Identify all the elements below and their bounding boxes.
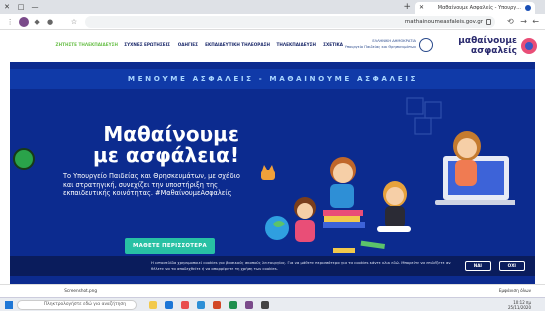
chrome-icon[interactable] bbox=[181, 301, 189, 309]
app-icon[interactable] bbox=[261, 301, 269, 309]
teams-icon[interactable] bbox=[245, 301, 253, 309]
ministry-seal-icon bbox=[419, 38, 433, 52]
download-bar: Screenshot.png Εμφάνιση όλων bbox=[0, 284, 545, 296]
site-logo[interactable]: μαθαίνουμε ασφαλείς bbox=[437, 35, 537, 57]
hero-band: ΜΕΝΟΥΜΕ ΑΣΦΑΛΕΙΣ - ΜΑΘΑΙΝΟΥΜΕ ΑΣΦΑΛΕΙΣ bbox=[10, 69, 535, 89]
seated-girl bbox=[377, 181, 411, 232]
floor-books bbox=[333, 240, 385, 253]
excel-icon[interactable] bbox=[229, 301, 237, 309]
nav-item-about[interactable]: ΣΧΕΤΙΚΑ bbox=[323, 42, 343, 52]
star-icon[interactable]: ☆ bbox=[69, 17, 79, 27]
learn-more-button[interactable]: ΜΑΘΕΤΕ ΠΕΡΙΣΣΟΤΕΡΑ bbox=[125, 238, 215, 254]
nav-item-distance-learning[interactable]: ΤΗΛΕΚΠΑΙΔΕΥΣΗ bbox=[277, 42, 317, 52]
hero-title-line1: Μαθαίνουμε bbox=[103, 122, 239, 146]
browser-tab-bar: Μαθαίνουμε Ασφαλείς - Υπουργ... ✕ + — □ … bbox=[0, 0, 545, 14]
address-bar[interactable]: mathainoumeasfaleis.gov.gr bbox=[85, 16, 495, 28]
logo-line1: μαθαίνουμε bbox=[458, 36, 517, 46]
ministry-line2: Υπουργείο Παιδείας και Θρησκευμάτων bbox=[344, 45, 416, 49]
accept-label: ΝΑΙ bbox=[473, 263, 483, 268]
back-icon[interactable]: ← bbox=[530, 16, 541, 28]
browser-tab[interactable]: Μαθαίνουμε Ασφαλείς - Υπουργ... ✕ bbox=[415, 2, 535, 14]
cat bbox=[261, 165, 275, 180]
download-item-label: Screenshot.png bbox=[64, 288, 97, 293]
hero-title-line2: με ασφάλεια! bbox=[93, 143, 239, 167]
ministry-line1: ΕΛΛΗΝΙΚΗ ΔΗΜΟΚΡΑΤΙΑ bbox=[372, 39, 416, 43]
cookie-message: Η ιστοσελίδα χρησιμοποιεί cookies για βα… bbox=[151, 260, 451, 271]
menu-dots-icon[interactable]: ⋮ bbox=[5, 17, 15, 27]
hero-illustration bbox=[261, 97, 515, 253]
logo-line2: ασφαλείς bbox=[471, 46, 517, 56]
system-clock[interactable]: 10:12 πμ 25/11/2020 bbox=[508, 300, 531, 310]
start-icon[interactable] bbox=[5, 301, 13, 309]
hero-section: ΜΕΝΟΥΜΕ ΑΣΦΑΛΕΙΣ - ΜΑΘΑΙΝΟΥΜΕ ΑΣΦΑΛΕΙΣ Μ… bbox=[10, 62, 535, 284]
site-header: μαθαίνουμε ασφαλείς ΕΛΛΗΝΙΚΗ ΔΗΜΟΚΡΑΤΙΑ … bbox=[4, 32, 541, 60]
file-explorer-icon[interactable] bbox=[149, 301, 157, 309]
logo-icon bbox=[521, 38, 537, 54]
word-icon[interactable] bbox=[197, 301, 205, 309]
accessibility-icon[interactable] bbox=[13, 148, 35, 170]
boy-with-books bbox=[323, 157, 365, 228]
reject-cookies-button[interactable]: ΟΧΙ bbox=[499, 261, 525, 271]
hero-description-text: Το Υπουργείο Παιδείας και Θρησκευμάτων, … bbox=[63, 172, 240, 198]
hero-band-text: ΜΕΝΟΥΜΕ ΑΣΦΑΛΕΙΣ - ΜΑΘΑΙΝΟΥΜΕ ΑΣΦΑΛΕΙΣ bbox=[127, 74, 418, 83]
clock-date: 25/11/2020 bbox=[507, 305, 531, 310]
edge-icon[interactable] bbox=[165, 301, 173, 309]
ministry-logo[interactable]: ΕΛΛΗΝΙΚΗ ΔΗΜΟΚΡΑΤΙΑ Υπουργείο Παιδείας κ… bbox=[345, 37, 433, 55]
url-text: mathainoumeasfaleis.gov.gr bbox=[404, 19, 483, 25]
minimize-icon[interactable]: — bbox=[28, 0, 42, 14]
show-all-downloads-button[interactable]: Εμφάνιση όλων bbox=[499, 287, 531, 295]
nav-item-faq[interactable]: ΣΥΧΝΕΣ ΕΡΩΤΗΣΕΙΣ bbox=[125, 42, 171, 52]
tab-title: Μαθαίνουμε Ασφαλείς - Υπουργ... bbox=[437, 5, 521, 11]
nav-item-instructions[interactable]: ΟΔΗΓΙΕΣ bbox=[177, 42, 197, 52]
close-tab-icon[interactable]: ✕ bbox=[419, 2, 424, 14]
nav-item-educational-tv[interactable]: ΕΚΠΑΙΔΕΥΤΙΚΗ ΤΗΛΕΟΡΑΣΗ bbox=[205, 42, 270, 52]
os-taskbar: Πληκτρολογήστε εδώ για αναζήτηση 10:12 π… bbox=[0, 297, 545, 311]
lock-icon bbox=[486, 19, 491, 25]
hero-title: Μαθαίνουμε με ασφάλεια! bbox=[69, 122, 239, 167]
taskbar-search-placeholder: Πληκτρολογήστε εδώ για αναζήτηση bbox=[43, 302, 126, 307]
forward-icon[interactable]: → bbox=[518, 16, 529, 28]
maximize-icon[interactable]: □ bbox=[14, 0, 28, 14]
accept-cookies-button[interactable]: ΝΑΙ bbox=[465, 261, 491, 271]
site-favicon-icon bbox=[525, 5, 531, 11]
cookie-text: Η ιστοσελίδα χρησιμοποιεί cookies για βα… bbox=[151, 260, 451, 271]
mirrored-screen: Μαθαίνουμε Ασφαλείς - Υπουργ... ✕ + — □ … bbox=[0, 0, 545, 311]
learn-more-label: ΜΑΘΕΤΕ ΠΕΡΙΣΣΟΤΕΡΑ bbox=[132, 243, 208, 249]
download-item[interactable]: Screenshot.png bbox=[64, 287, 97, 295]
cookie-banner: ΝΑΙ ΟΧΙ Η ιστοσελίδα χρησιμοποιεί cookie… bbox=[10, 256, 535, 276]
extension-icon[interactable]: ● bbox=[45, 17, 55, 27]
nav-item-request-distance-learning[interactable]: ΖΗΤΗΣΤΕ ΤΗΛΕΚΠΑΙΔΕΥΣΗ bbox=[55, 42, 117, 52]
hero-description: Το Υπουργείο Παιδείας και Θρησκευμάτων, … bbox=[63, 172, 243, 198]
reload-icon[interactable]: ⟳ bbox=[505, 16, 516, 28]
taskbar-search-input[interactable]: Πληκτρολογήστε εδώ για αναζήτηση bbox=[17, 300, 137, 310]
girl-with-globe bbox=[265, 197, 316, 242]
letter-blocks-decoration bbox=[406, 97, 442, 135]
powerpoint-icon[interactable] bbox=[213, 301, 221, 309]
new-tab-icon[interactable]: + bbox=[403, 1, 411, 13]
show-all-label: Εμφάνιση όλων bbox=[498, 288, 531, 293]
reject-label: ΟΧΙ bbox=[507, 263, 517, 268]
browser-toolbar: ← → ⟳ mathainoumeasfaleis.gov.gr ☆ ● ◆ ⋮ bbox=[0, 14, 545, 30]
avatar[interactable] bbox=[19, 17, 29, 27]
main-nav: ΣΧΕΤΙΚΑ ΤΗΛΕΚΠΑΙΔΕΥΣΗ ΕΚΠΑΙΔΕΥΤΙΚΗ ΤΗΛΕΟ… bbox=[8, 42, 343, 52]
window-close-icon[interactable]: ✕ bbox=[0, 0, 14, 14]
extension-icon[interactable]: ◆ bbox=[32, 17, 42, 27]
